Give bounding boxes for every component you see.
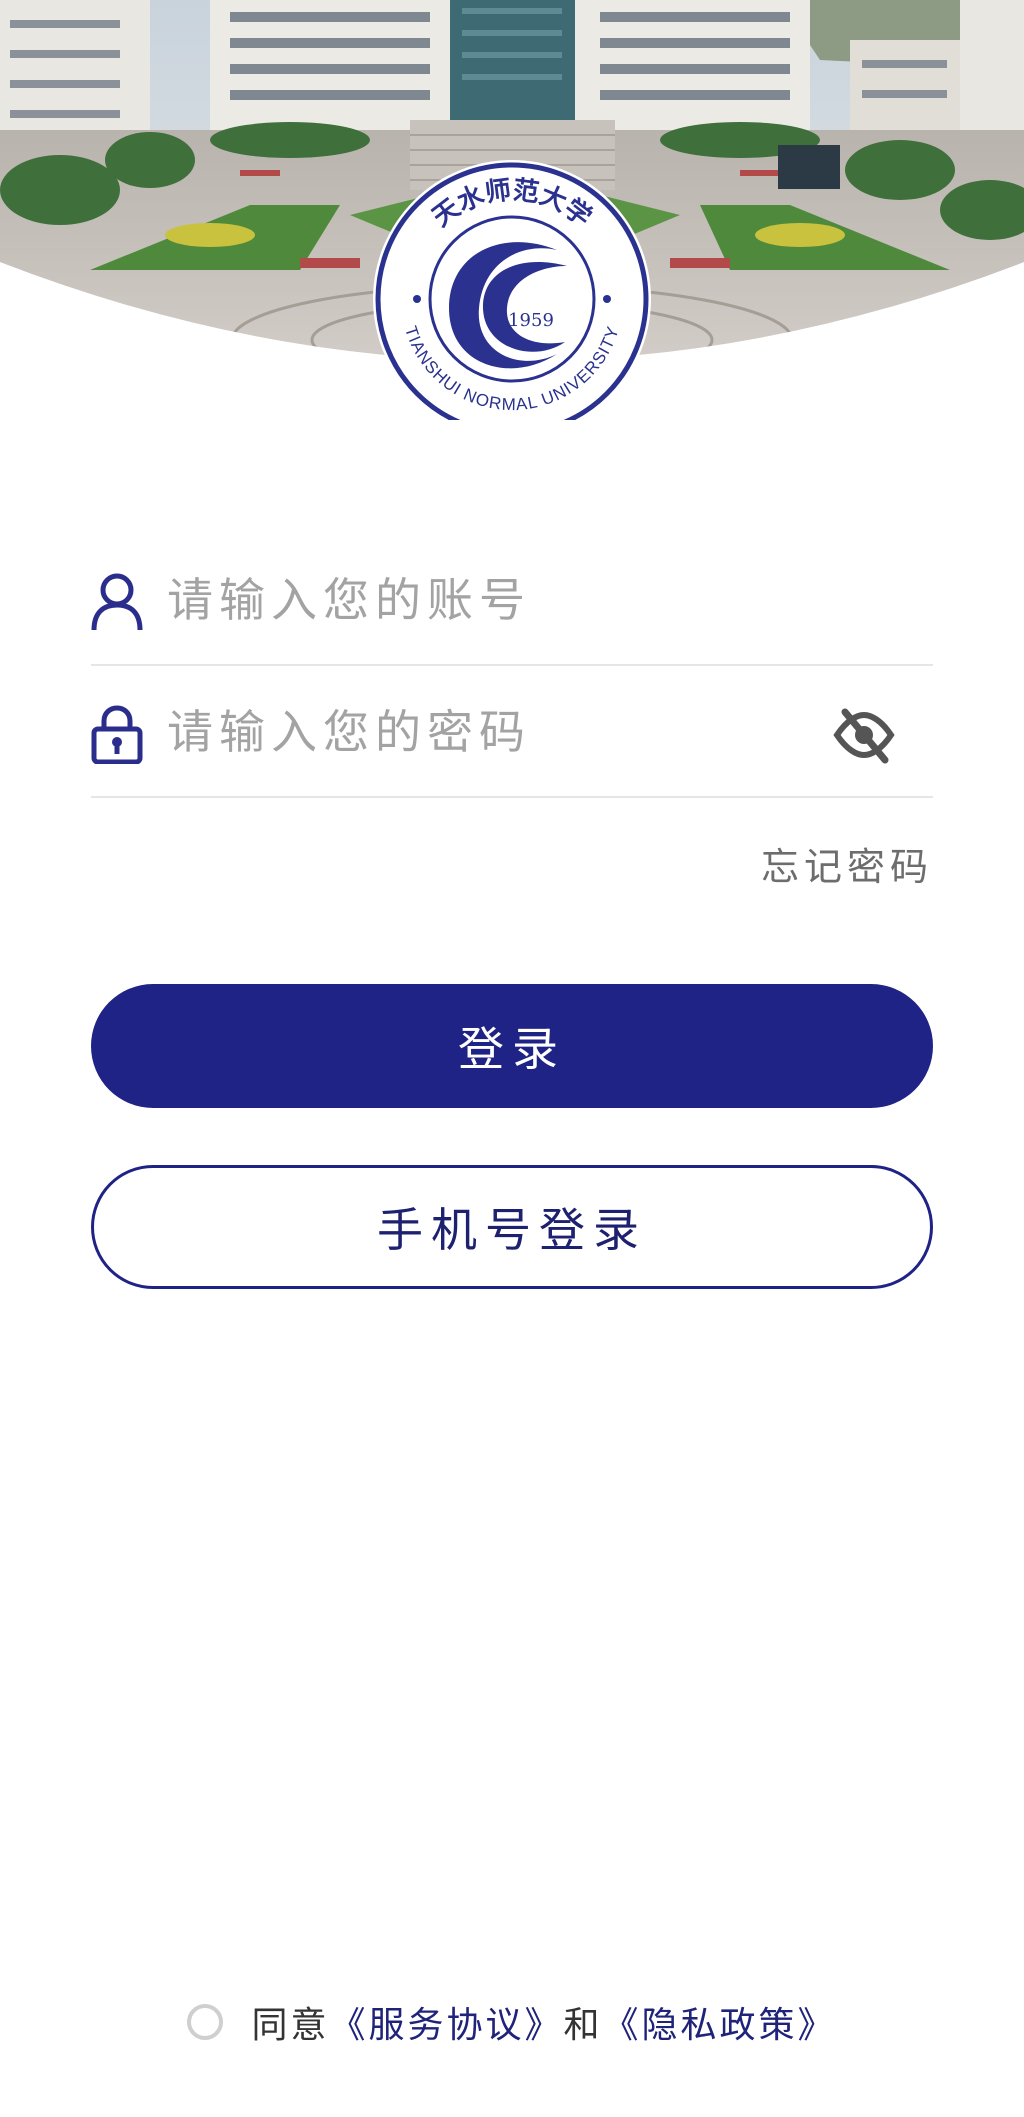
university-logo: 天水师范大学 TIANSHUI NORMAL UNIVERSITY 1959	[373, 160, 651, 420]
phone-login-button[interactable]: 手机号登录	[91, 1165, 933, 1289]
agreement-row: 同意 《服务协议》 和 《隐私政策》	[0, 1992, 1024, 2052]
lock-icon	[91, 705, 143, 764]
privacy-policy-link[interactable]: 《隐私政策》	[603, 1996, 837, 2048]
account-input[interactable]	[165, 564, 849, 636]
agree-prefix: 同意	[251, 2005, 330, 2046]
forgot-password-link[interactable]: 忘记密码	[761, 836, 933, 891]
password-input[interactable]	[165, 696, 849, 768]
agree-radio[interactable]	[187, 2004, 224, 2040]
password-field	[91, 666, 933, 798]
eye-off-icon[interactable]	[833, 704, 895, 766]
user-icon	[91, 573, 143, 631]
service-agreement-link[interactable]: 《服务协议》	[329, 1996, 563, 2048]
agree-and: 和	[563, 2005, 603, 2046]
campus-header-image: 天水师范大学 TIANSHUI NORMAL UNIVERSITY 1959	[0, 0, 1024, 420]
logo-year: 1959	[508, 310, 554, 331]
account-field	[91, 534, 933, 666]
login-button[interactable]: 登录	[91, 984, 933, 1108]
